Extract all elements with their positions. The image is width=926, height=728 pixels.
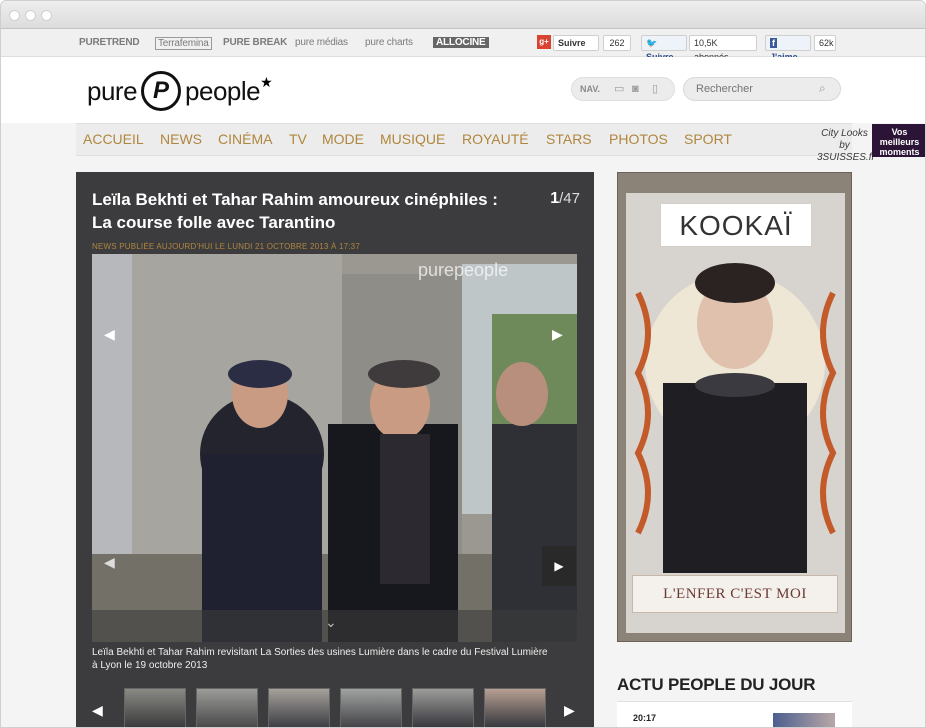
gallery-thumbnail[interactable] — [196, 688, 258, 727]
gallery-photo[interactable]: purepeople ◀ ▶ ▶ ◀ ⌄ — [92, 254, 577, 642]
menu-item-tv[interactable]: TV — [289, 124, 307, 155]
gallery-thumbnail[interactable] — [412, 688, 474, 727]
chevron-down-icon[interactable]: ⌄ — [325, 614, 337, 631]
thumbs-next-arrow[interactable]: ▶ — [564, 702, 575, 719]
photo-next-button[interactable]: ▶ — [542, 546, 576, 586]
twitter-count: 10,5K abonnés — [689, 35, 757, 62]
main-menu: ACCUEIL NEWS CINÉMA TV MODE MUSIQUE ROYA… — [76, 123, 925, 163]
brand-link-puremedias[interactable]: pure médias — [295, 37, 348, 48]
citylooks-promo[interactable]: City Looks by 3SUISSES.fr — [817, 124, 875, 163]
menu-item-musique[interactable]: MUSIQUE — [380, 124, 445, 155]
gplus-follow-button[interactable]: Suivre — [553, 35, 599, 51]
brand-link-puretrend[interactable]: PURETREND — [79, 37, 140, 48]
news-item-thumbnail[interactable] — [773, 713, 835, 727]
article-title[interactable]: Leïla Bekhti et Tahar Rahim amoureux cin… — [92, 188, 512, 234]
facebook-like-button[interactable]: f J'aime — [765, 35, 811, 62]
advertisement-banner[interactable]: KOOKAÏ L'ENFER C'EST MOI — [617, 172, 852, 642]
window-chrome — [1, 1, 925, 29]
network-bar: PURETREND Terrafemina PURE BREAK pure mé… — [1, 29, 925, 62]
menu-item-accueil[interactable]: ACCUEIL — [83, 124, 144, 155]
photo-watermark: purepeople — [418, 260, 509, 280]
window-zoom-button[interactable] — [41, 10, 52, 21]
window-close-button[interactable] — [9, 10, 20, 21]
ad-tagline: L'ENFER C'EST MOI — [632, 575, 838, 613]
window-minimize-button[interactable] — [25, 10, 36, 21]
thumbnail-strip: ◀ ▶ — [86, 684, 584, 727]
menu-item-sport[interactable]: SPORT — [684, 124, 732, 155]
twitter-follow-button[interactable]: 🐦 Suivre — [641, 35, 687, 62]
logo-star-icon: ★ — [260, 73, 273, 90]
menu-item-news[interactable]: NEWS — [160, 124, 202, 155]
facebook-icon: f — [770, 38, 777, 48]
gallery-photo-image — [92, 254, 577, 642]
site-header: pure P people ★ NAV. ▭ ◙ ▯ ⌕ — [1, 57, 925, 123]
section-title-actu: ACTU PEOPLE DU JOUR — [617, 675, 816, 694]
gallery-counter: 1/47 — [546, 190, 580, 208]
twitter-icon: 🐦 — [646, 38, 658, 48]
gallery-thumbnail[interactable] — [268, 688, 330, 727]
mobile-icon[interactable]: ▯ — [652, 83, 664, 95]
logo-text-left: pure — [87, 75, 138, 106]
site-logo[interactable]: pure P people ★ — [87, 69, 273, 113]
device-nav: NAV. ▭ ◙ ▯ — [571, 77, 675, 101]
browser-window: PURETREND Terrafemina PURE BREAK pure mé… — [0, 0, 926, 728]
photo-caption: Leïla Bekhti et Tahar Rahim revisitant L… — [92, 647, 548, 671]
gallery-counter-current: 1 — [550, 190, 560, 207]
photo-gallery: Leïla Bekhti et Tahar Rahim amoureux cin… — [76, 172, 594, 727]
gallery-thumbnail[interactable] — [340, 688, 402, 727]
logo-p-icon: P — [141, 71, 182, 111]
article-meta: NEWS PUBLIÉE AUJOURD'HUI LE LUNDI 21 OCT… — [92, 242, 360, 251]
logo-text-right: people — [185, 75, 261, 106]
menu-item-cinema[interactable]: CINÉMA — [218, 124, 272, 155]
menu-item-royaute[interactable]: ROYAUTÉ — [462, 124, 529, 155]
menu-item-photos[interactable]: PHOTOS — [609, 124, 668, 155]
gallery-thumbnail[interactable] — [484, 688, 546, 727]
gplus-count: 262 — [603, 35, 631, 51]
search-input[interactable] — [683, 77, 841, 101]
camera-icon[interactable]: ◙ — [632, 83, 644, 95]
ad-brand-logo: KOOKAÏ — [660, 203, 812, 247]
desktop-icon[interactable]: ▭ — [614, 83, 626, 95]
brand-link-allocine[interactable]: ALLOCINE — [433, 37, 489, 48]
gallery-counter-total: /47 — [559, 190, 580, 207]
brand-link-purebreak[interactable]: PURE BREAK — [223, 37, 287, 48]
search-icon[interactable]: ⌕ — [819, 81, 826, 96]
brand-link-purecharts[interactable]: pure charts — [365, 37, 413, 48]
facebook-count: 62k — [814, 35, 836, 51]
google-plus-icon: g+ — [537, 35, 551, 49]
photo-prev-arrow[interactable]: ◀ — [104, 326, 115, 343]
best-moments-promo[interactable]: Vos meilleurs moments — [872, 124, 925, 157]
gallery-thumbnail[interactable] — [124, 688, 186, 727]
thumbs-prev-arrow[interactable]: ◀ — [92, 702, 103, 719]
device-nav-label: NAV. — [580, 84, 601, 94]
menu-item-stars[interactable]: STARS — [546, 124, 592, 155]
photo-prev-button[interactable]: ◀ — [104, 554, 115, 571]
news-item-time: 20:17 — [633, 713, 657, 723]
menu-item-mode[interactable]: MODE — [322, 124, 364, 155]
brand-link-terrafemina[interactable]: Terrafemina — [155, 37, 212, 50]
photo-next-arrow[interactable]: ▶ — [552, 326, 563, 343]
